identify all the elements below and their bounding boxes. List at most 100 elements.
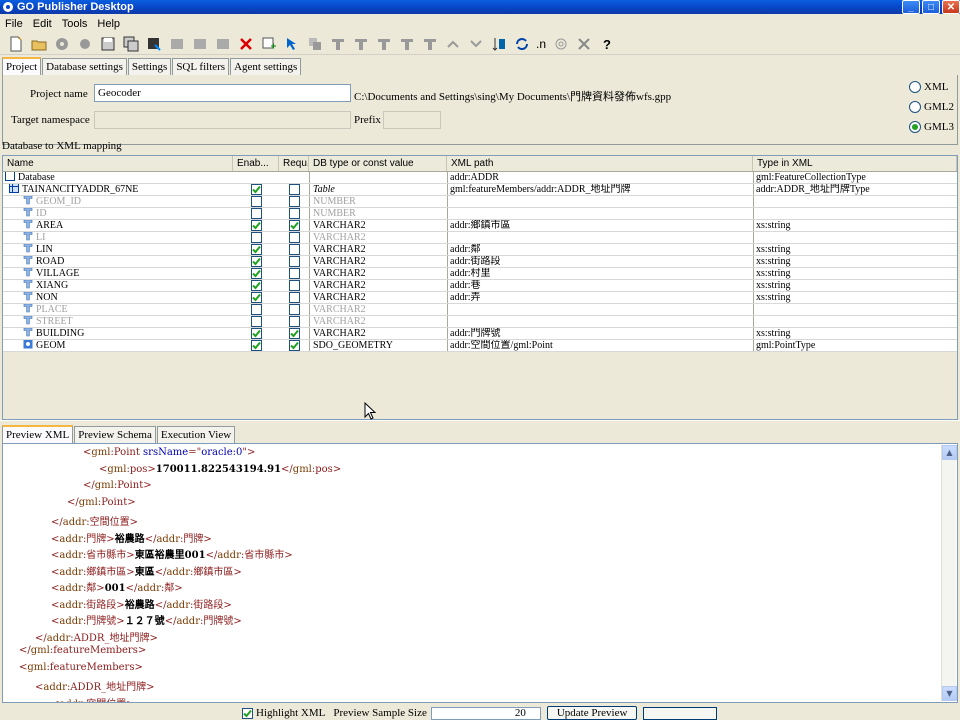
mapping-row[interactable]: VILLAGE VARCHAR2 addr:村里 xs:string: [3, 268, 957, 280]
menu-tools[interactable]: Tools: [57, 18, 93, 30]
header-type-in-xml[interactable]: Type in XML: [753, 156, 957, 171]
highlight-xml-checkbox[interactable]: [242, 707, 253, 719]
row-xml-path[interactable]: gml:featureMembers/addr:ADDR_地址門牌: [447, 184, 753, 195]
row-xml-path[interactable]: [447, 232, 753, 243]
required-checkbox[interactable]: [288, 340, 300, 351]
row-db-type[interactable]: SDO_GEOMETRY: [309, 340, 447, 351]
sort-icon[interactable]: [487, 34, 510, 54]
row-db-type[interactable]: VARCHAR2: [309, 256, 447, 267]
row-xml-path[interactable]: addr:弄: [447, 292, 753, 303]
prefix-input[interactable]: [383, 111, 441, 129]
header-db-type[interactable]: DB type or const value: [309, 156, 447, 171]
save-button[interactable]: [96, 34, 119, 54]
project-name-input[interactable]: Geocoder: [94, 84, 351, 102]
row-xml-type[interactable]: xs:string: [753, 292, 953, 303]
enabled-checkbox[interactable]: [250, 196, 262, 207]
mapping-row[interactable]: ID NUMBER: [3, 208, 957, 220]
xml-scrollbar[interactable]: ▲ ▼: [941, 445, 957, 701]
tab-project[interactable]: Project: [2, 57, 42, 75]
enabled-checkbox[interactable]: [250, 256, 262, 267]
enabled-checkbox[interactable]: [250, 184, 262, 195]
enabled-checkbox[interactable]: [250, 304, 262, 315]
extra-button[interactable]: [643, 706, 718, 720]
required-checkbox[interactable]: [288, 220, 300, 231]
header-required[interactable]: Requ...: [279, 156, 309, 171]
column-icon-3[interactable]: [372, 34, 395, 54]
enabled-checkbox[interactable]: [250, 268, 262, 279]
column-icon-2[interactable]: [349, 34, 372, 54]
row-xml-type[interactable]: xs:string: [753, 328, 953, 339]
row-xml-type[interactable]: [753, 232, 953, 243]
tab-execution-view[interactable]: Execution View: [156, 426, 236, 443]
tab-sql-filters[interactable]: SQL filters: [172, 58, 230, 75]
row-xml-path[interactable]: [447, 304, 753, 315]
maximize-button[interactable]: □: [922, 0, 940, 14]
radio-gml2[interactable]: GML2: [909, 101, 954, 113]
enabled-checkbox[interactable]: [250, 328, 262, 339]
target-namespace-input[interactable]: [94, 111, 351, 129]
required-checkbox[interactable]: [288, 316, 300, 327]
row-xml-type[interactable]: gml:PointType: [753, 340, 953, 351]
row-xml-type[interactable]: addr:ADDR_地址門牌Type: [753, 184, 953, 195]
row-xml-type[interactable]: [753, 304, 953, 315]
table-link-icon[interactable]: [211, 34, 234, 54]
at-icon[interactable]: [549, 34, 572, 54]
mapping-row[interactable]: TAINANCITYADDR_67NE Table gml:featureMembe…: [3, 184, 957, 196]
required-checkbox[interactable]: [288, 196, 300, 207]
row-db-type[interactable]: Table: [309, 184, 447, 195]
close-button[interactable]: ✕: [942, 0, 960, 14]
row-xml-path[interactable]: addr:門牌號: [447, 328, 753, 339]
enabled-checkbox[interactable]: [250, 292, 262, 303]
tab-agent-settings[interactable]: Agent settings: [230, 58, 302, 75]
sample-size-input[interactable]: 20: [430, 706, 541, 720]
mapping-row[interactable]: NON VARCHAR2 addr:弄 xs:string: [3, 292, 957, 304]
mapping-row[interactable]: LIN VARCHAR2 addr:鄰 xs:string: [3, 244, 957, 256]
menu-file[interactable]: File: [0, 18, 28, 30]
enabled-checkbox[interactable]: [250, 244, 262, 255]
row-xml-path[interactable]: addr:空間位置/gml:Point: [447, 340, 753, 351]
scroll-down-icon[interactable]: ▼: [942, 686, 957, 701]
header-name[interactable]: Name: [3, 156, 233, 171]
row-xml-type[interactable]: xs:string: [753, 256, 953, 267]
row-xml-path[interactable]: [447, 208, 753, 219]
row-xml-type[interactable]: gml:FeatureCollectionType: [753, 172, 953, 183]
row-db-type[interactable]: VARCHAR2: [309, 316, 447, 327]
row-xml-path[interactable]: addr:街路段: [447, 256, 753, 267]
mapping-row[interactable]: PLACE VARCHAR2: [3, 304, 957, 316]
row-xml-type[interactable]: xs:string: [753, 220, 953, 231]
table-alt-icon[interactable]: [188, 34, 211, 54]
enabled-checkbox[interactable]: [250, 220, 262, 231]
mapping-row[interactable]: XIANG VARCHAR2 addr:巷 xs:string: [3, 280, 957, 292]
required-checkbox[interactable]: [288, 328, 300, 339]
enabled-checkbox[interactable]: [250, 340, 262, 351]
row-db-type[interactable]: VARCHAR2: [309, 244, 447, 255]
n-text-button[interactable]: .n: [533, 37, 549, 51]
mapping-row[interactable]: STREET VARCHAR2: [3, 316, 957, 328]
minimize-button[interactable]: _: [902, 0, 920, 14]
row-xml-path[interactable]: addr:ADDR: [447, 172, 753, 183]
row-xml-type[interactable]: [753, 196, 953, 207]
radio-gml3[interactable]: GML3: [909, 121, 954, 133]
required-checkbox[interactable]: [288, 184, 300, 195]
row-db-type[interactable]: VARCHAR2: [309, 328, 447, 339]
mapping-row[interactable]: AREA VARCHAR2 addr:鄉鎮市區 xs:string: [3, 220, 957, 232]
row-db-type[interactable]: NUMBER: [309, 208, 447, 219]
move-down-icon[interactable]: [464, 34, 487, 54]
required-checkbox[interactable]: [288, 208, 300, 219]
column-icon-4[interactable]: [395, 34, 418, 54]
pointer-icon[interactable]: [280, 34, 303, 54]
tab-database-settings[interactable]: Database settings: [42, 58, 127, 75]
enabled-checkbox[interactable]: [250, 208, 262, 219]
mapping-row[interactable]: GEOM_ID NUMBER: [3, 196, 957, 208]
gear-small-icon[interactable]: [73, 34, 96, 54]
row-db-type[interactable]: VARCHAR2: [309, 304, 447, 315]
enabled-checkbox[interactable]: [250, 232, 262, 243]
mapping-row[interactable]: Database addr:ADDR gml:FeatureCollectionTy…: [3, 172, 957, 184]
export-button[interactable]: [142, 34, 165, 54]
row-db-type[interactable]: VARCHAR2: [309, 232, 447, 243]
row-db-type[interactable]: VARCHAR2: [309, 268, 447, 279]
column-icon-5[interactable]: [418, 34, 441, 54]
mapping-row[interactable]: GEOM SDO_GEOMETRY addr:空間位置/gml:Point gml:P…: [3, 340, 957, 352]
row-db-type[interactable]: NUMBER: [309, 196, 447, 207]
scroll-up-icon[interactable]: ▲: [942, 445, 957, 460]
